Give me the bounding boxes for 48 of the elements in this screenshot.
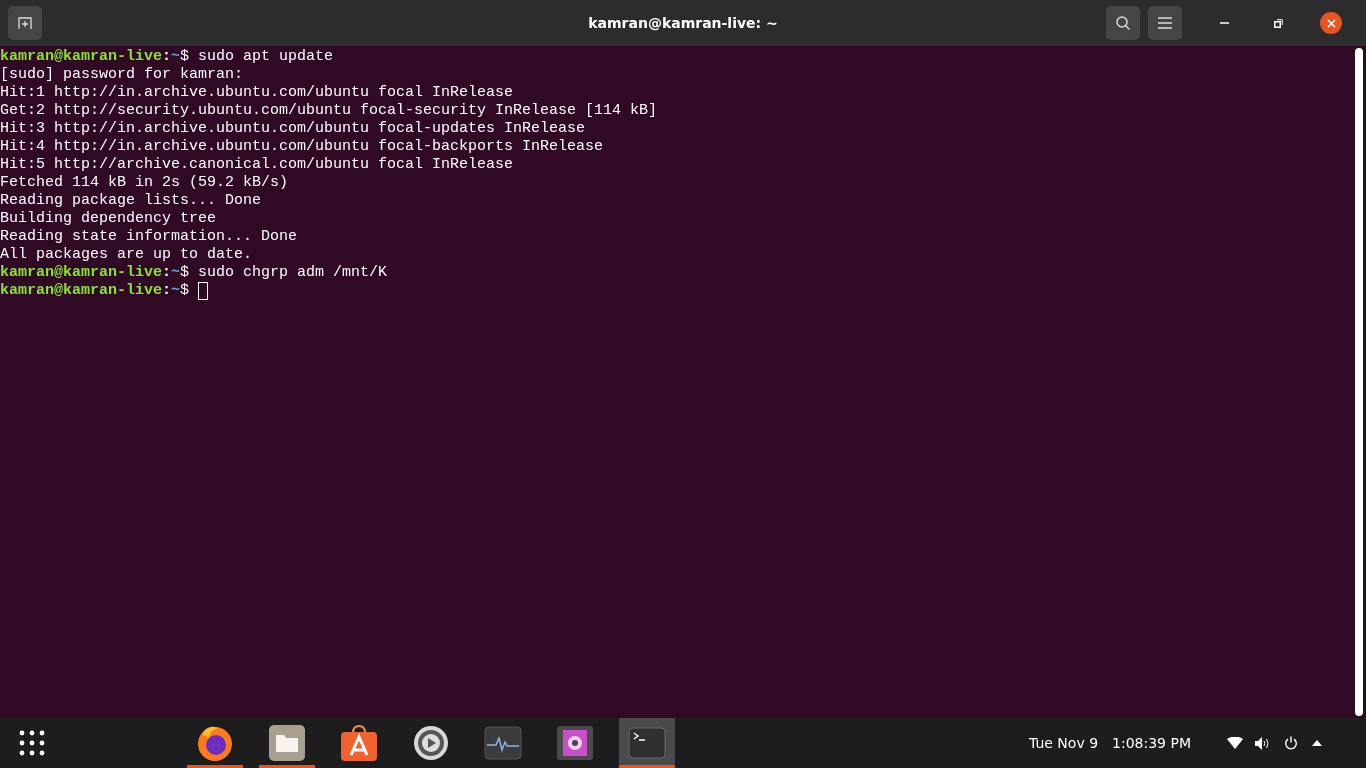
command-text: sudo apt update <box>198 48 334 66</box>
menu-button[interactable] <box>1148 6 1182 40</box>
search-icon <box>1115 15 1131 31</box>
volume-icon[interactable] <box>1255 736 1270 750</box>
prompt-symbol: $ <box>180 48 191 66</box>
date-text[interactable]: Tue Nov 9 <box>1029 732 1099 754</box>
wifi-icon[interactable] <box>1227 737 1243 749</box>
power-icon[interactable] <box>1284 736 1298 750</box>
minimize-icon <box>1219 22 1229 24</box>
output-line: All packages are up to date. <box>0 246 253 264</box>
close-button[interactable] <box>1320 12 1342 34</box>
terminal-icon <box>628 727 666 759</box>
prompt-path: ~ <box>171 264 181 282</box>
prompt-user-host: kamran@kamran-live <box>0 48 163 66</box>
prompt-symbol: $ <box>180 282 191 300</box>
app-grid-icon <box>19 730 45 756</box>
clock-text[interactable]: 1:08:39 PM <box>1112 732 1191 754</box>
close-icon <box>1326 18 1336 28</box>
prompt-symbol: $ <box>180 264 191 282</box>
new-tab-button[interactable] <box>8 6 42 40</box>
prompt-separator: : <box>162 264 172 282</box>
prompt-user-host: kamran@kamran-live <box>0 264 163 282</box>
prompt-separator: : <box>162 48 172 66</box>
output-line: Fetched 114 kB in 2s (59.2 kB/s) <box>0 174 289 192</box>
output-line: Hit:3 http://in.archive.ubuntu.com/ubuntu focal-updates InRelease <box>0 120 586 138</box>
prompt-path: ~ <box>171 48 181 66</box>
output-line: Hit:5 http://archive.canonical.com/ubuntu focal InRelease <box>0 156 514 174</box>
shopping-bag-icon <box>340 724 378 762</box>
window-title: kamran@kamran-live: ~ <box>588 13 778 33</box>
prompt-path: ~ <box>171 282 181 300</box>
new-tab-icon <box>17 15 33 31</box>
scrollbar[interactable] <box>1355 48 1363 716</box>
command-text: sudo chgrp adm /mnt/K <box>198 264 388 282</box>
output-line: Building dependency tree <box>0 210 217 228</box>
activity-graph-icon <box>484 726 522 760</box>
menu-icon <box>1158 17 1172 29</box>
output-line: Reading package lists... Done <box>0 192 262 210</box>
search-button[interactable] <box>1106 6 1140 40</box>
folder-icon <box>268 724 306 762</box>
output-line: Reading state information... Done <box>0 228 298 246</box>
prompt-user-host: kamran@kamran-live <box>0 282 163 300</box>
caret-up-icon[interactable] <box>1312 740 1322 746</box>
restore-icon <box>1273 18 1283 28</box>
output-line: Hit:1 http://in.archive.ubuntu.com/ubuntu focal InRelease <box>0 84 514 102</box>
output-line: Get:2 http://security.ubuntu.com/ubuntu focal-security InRelease [114 kB] <box>0 102 658 120</box>
output-line: Hit:4 http://in.archive.ubuntu.com/ubuntu focal-backports InRelease <box>0 138 604 156</box>
prompt-separator: : <box>162 282 172 300</box>
output-line: [sudo] password for kamran: <box>0 66 244 84</box>
